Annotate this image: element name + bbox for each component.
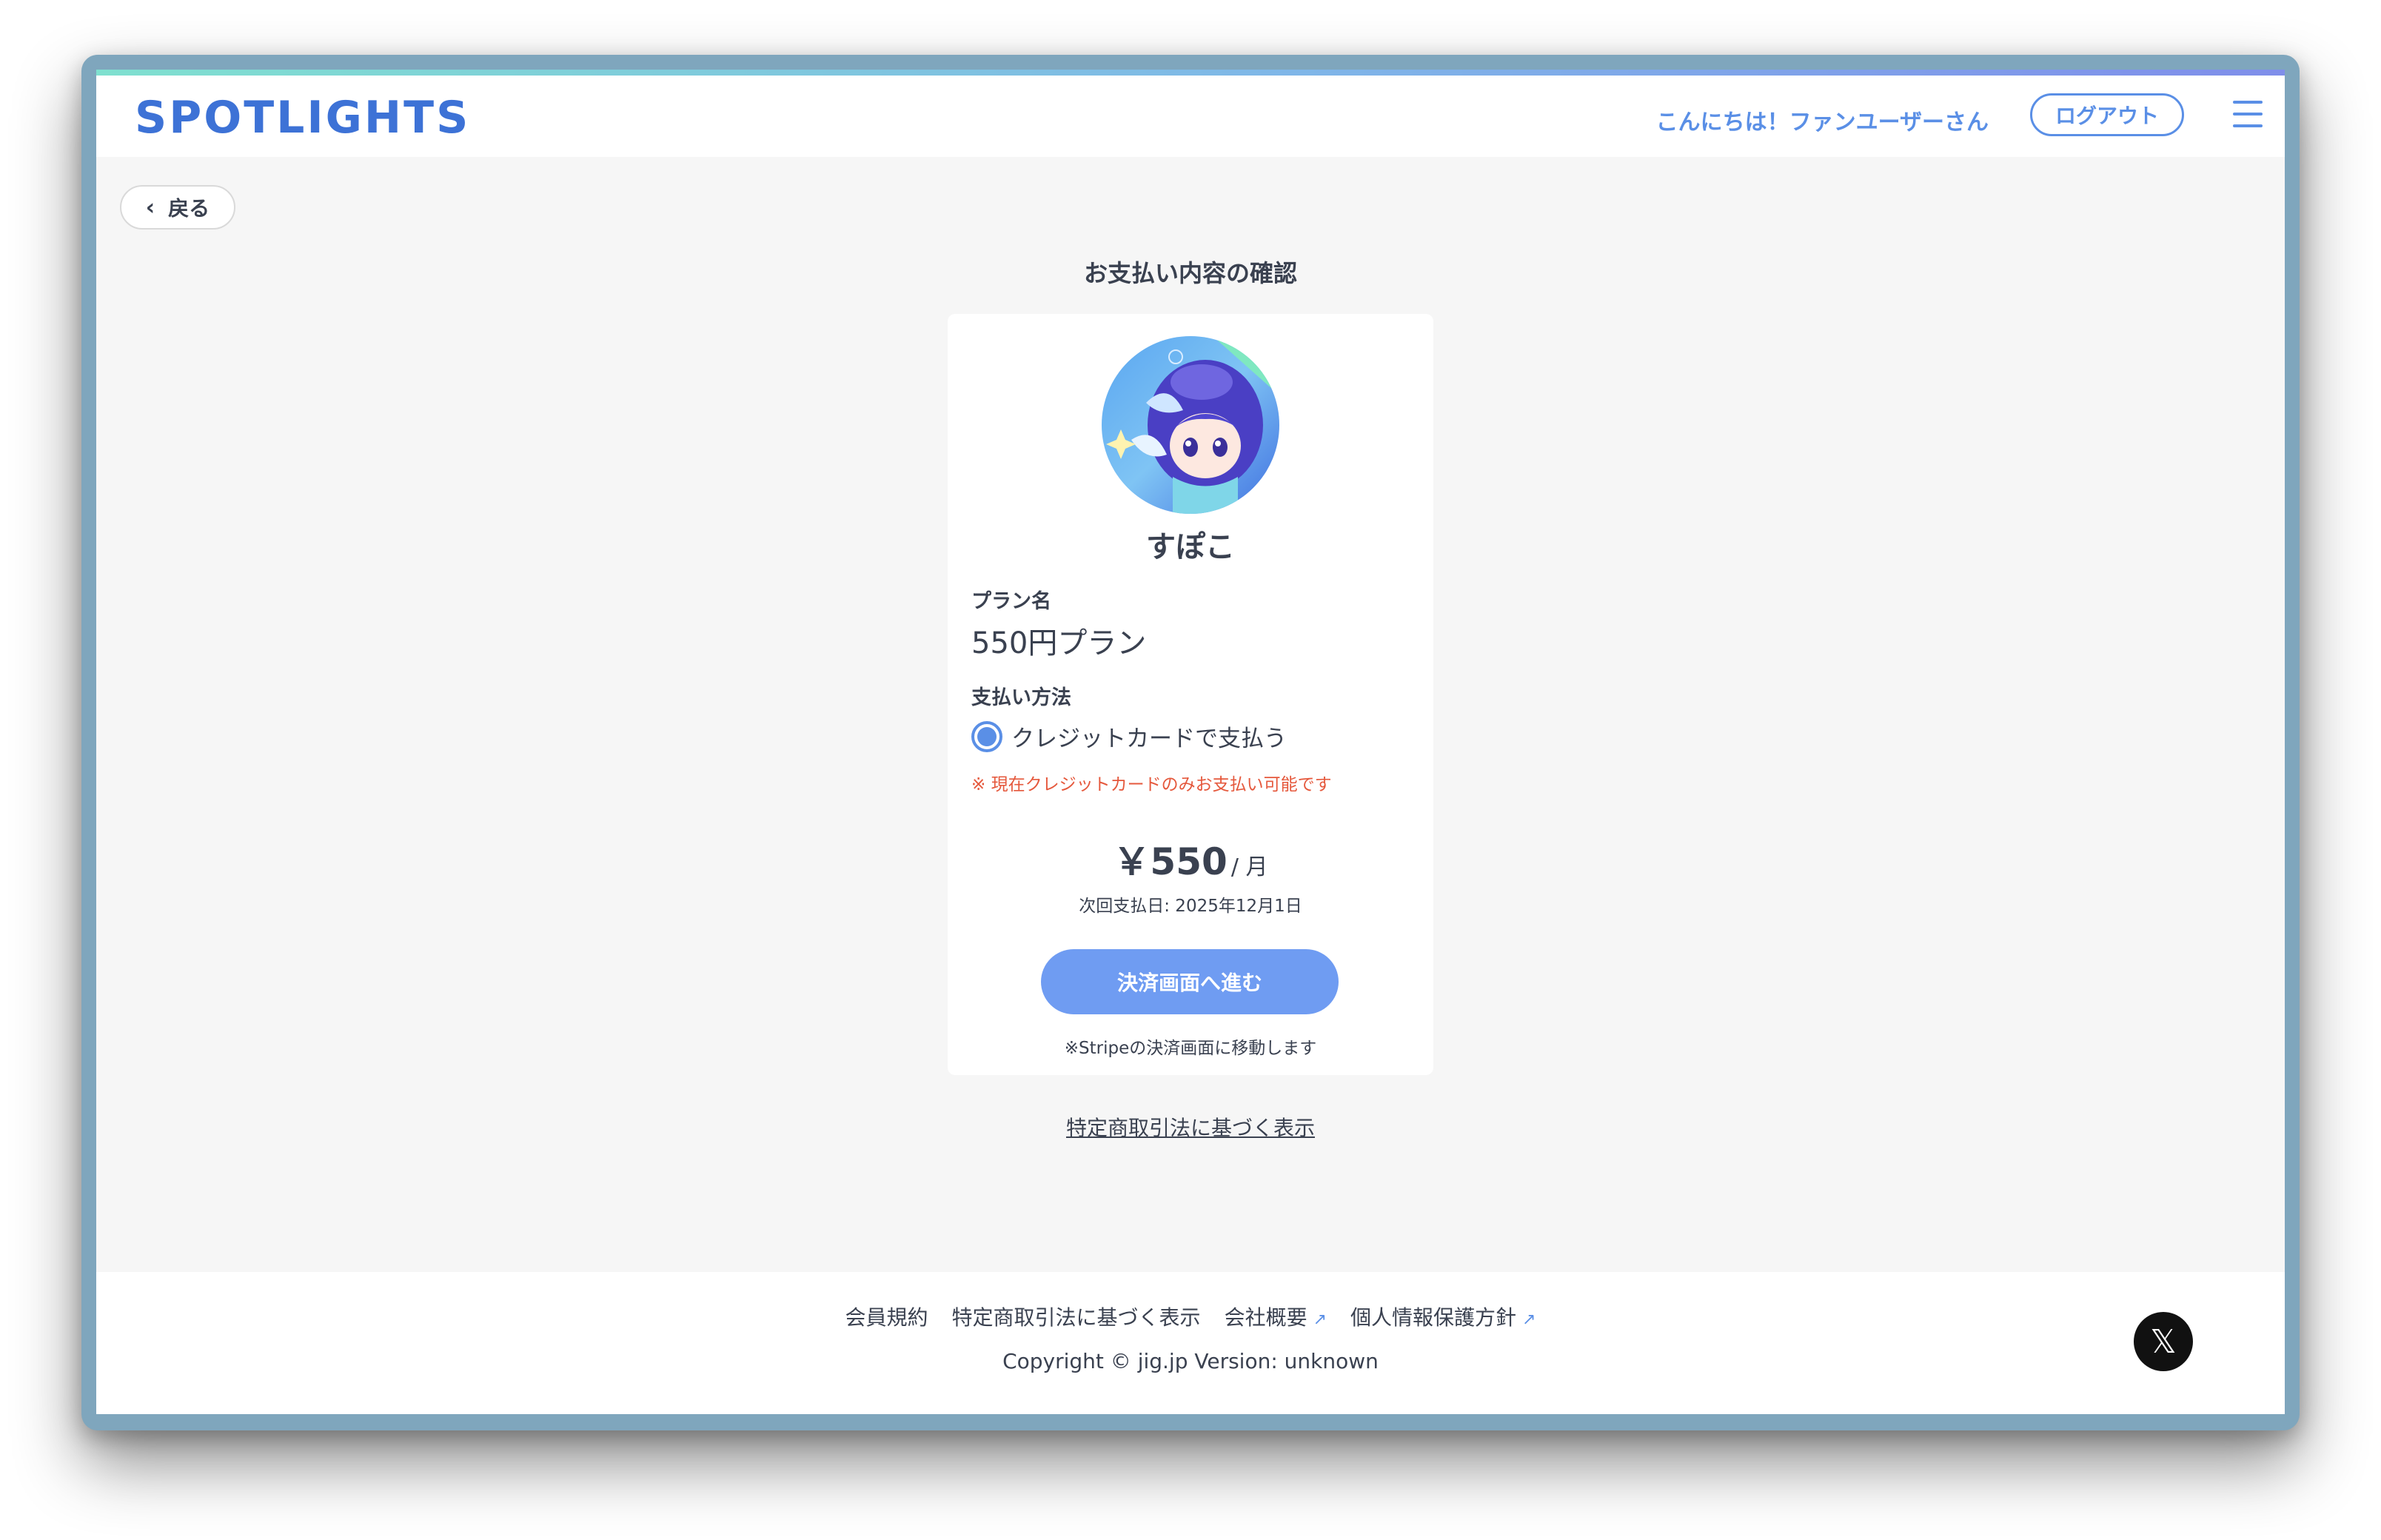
plan-label: プラン名 — [971, 590, 1051, 613]
footer-links: 会員規約 特定商取引法に基づく表示 会社概要 ↗ 個人情報保護方針 ↗ — [96, 1302, 2285, 1331]
footer-link-company[interactable]: 会社概要 ↗ — [1225, 1302, 1327, 1331]
back-button[interactable]: ‹ 戻る — [120, 185, 235, 230]
footer-link-tokushoho[interactable]: 特定商取引法に基づく表示 — [952, 1302, 1201, 1331]
radio-selected-icon[interactable] — [971, 720, 1002, 752]
footer-link-terms[interactable]: 会員規約 — [845, 1302, 928, 1331]
tokushoho-link-wrapper: 特定商取引法に基づく表示 — [96, 1112, 2285, 1142]
user-greeting: こんにちは！ファンユーザーさん — [1655, 110, 1989, 135]
x-logo-icon[interactable]: 𝕏 — [2134, 1312, 2193, 1371]
stripe-note: ※Stripeの決済画面に移動します — [1064, 1039, 1317, 1058]
payment-notice: ※ 現在クレジットカードのみお支払い可能です — [971, 775, 1332, 794]
next-payment-date: 次回支払日: 2025年12月1日 — [1079, 897, 1302, 916]
plan-name: 550円プラン — [971, 626, 1147, 660]
window-frame: SPOTLIGHTS こんにちは！ファンユーザーさん ログアウト ‹ 戻る お支… — [81, 55, 2300, 1430]
browser-window: SPOTLIGHTS こんにちは！ファンユーザーさん ログアウト ‹ 戻る お支… — [96, 70, 2285, 1414]
credit-card-option-label: クレジットカードで支払う — [1011, 726, 1287, 752]
payment-method-label: 支払い方法 — [971, 686, 1071, 709]
creator-name: すぽこ — [1146, 530, 1235, 564]
footer-link-privacy-label: 個人情報保護方針 — [1350, 1305, 1517, 1330]
page-title: お支払い内容の確認 — [1083, 259, 1297, 287]
top-accent-bar — [96, 70, 2285, 76]
footer-link-company-label: 会社概要 — [1224, 1305, 1307, 1330]
site-header: SPOTLIGHTS こんにちは！ファンユーザーさん ログアウト — [96, 76, 2285, 157]
proceed-to-payment-button[interactable]: 決済画面へ進む — [1041, 949, 1339, 1014]
external-link-icon: ↗ — [1313, 1310, 1327, 1329]
footer-link-privacy[interactable]: 個人情報保護方針 ↗ — [1350, 1302, 1536, 1331]
price: ￥550 / 月 — [948, 832, 1433, 886]
creator-avatar — [1102, 336, 1279, 514]
back-button-label: 戻る — [168, 196, 210, 221]
price-amount: ￥550 — [1113, 840, 1228, 883]
copyright: Copyright © jig.jp Version: unknown — [1002, 1349, 1379, 1373]
tokushoho-link[interactable]: 特定商取引法に基づく表示 — [1066, 1116, 1315, 1140]
site-logo[interactable]: SPOTLIGHTS — [135, 92, 470, 144]
hamburger-menu-icon[interactable] — [2233, 101, 2263, 127]
chevron-left-icon: ‹ — [145, 194, 155, 221]
credit-card-option[interactable]: クレジットカードで支払う — [971, 720, 1287, 753]
external-link-icon: ↗ — [1522, 1310, 1536, 1329]
site-footer: 会員規約 特定商取引法に基づく表示 会社概要 ↗ 個人情報保護方針 ↗ Copyri… — [96, 1272, 2285, 1414]
payment-confirmation-card: すぽこ プラン名 550円プラン 支払い方法 クレジットカードで支払う ※ 現在… — [948, 314, 1433, 1075]
price-unit: / 月 — [1230, 854, 1268, 880]
logout-button[interactable]: ログアウト — [2030, 93, 2184, 136]
